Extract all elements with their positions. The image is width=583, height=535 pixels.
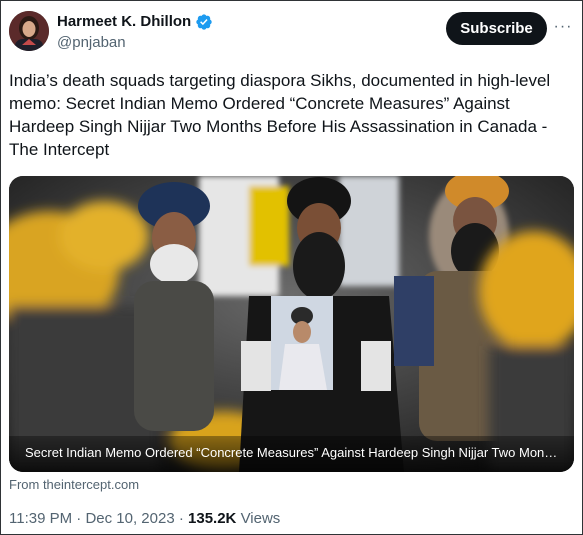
separator-dot: · (76, 510, 82, 527)
link-source[interactable]: From theintercept.com (9, 477, 139, 492)
more-options-icon[interactable]: ··· (553, 17, 573, 37)
link-card-image[interactable]: Secret Indian Memo Ordered “Concrete Mea… (9, 176, 574, 472)
news-photo (9, 176, 574, 472)
tweet-date[interactable]: Dec 10, 2023 (85, 510, 174, 527)
link-card-title[interactable]: Secret Indian Memo Ordered “Concrete Mea… (25, 445, 560, 460)
verified-badge-icon (195, 13, 213, 31)
tweet-text: India’s death squads targeting diaspora … (9, 71, 551, 159)
avatar[interactable] (9, 11, 49, 51)
views-count[interactable]: 135.2K (188, 510, 236, 527)
subscribe-button[interactable]: Subscribe (446, 12, 547, 45)
tweet-time[interactable]: 11:39 PM (9, 510, 72, 527)
link-card-caption-bar: Secret Indian Memo Ordered “Concrete Mea… (9, 436, 574, 472)
views-label: Views (240, 510, 281, 527)
tweet-metadata: 11:39 PM · Dec 10, 2023 · 135.2K Views (9, 510, 280, 528)
tweet-card: Harmeet K. Dhillon @pnjaban Subscribe ··… (0, 0, 583, 535)
author-handle[interactable]: @pnjaban (57, 34, 126, 52)
separator-dot: · (178, 510, 184, 527)
author-name[interactable]: Harmeet K. Dhillon (57, 13, 191, 31)
author-name-row[interactable]: Harmeet K. Dhillon (57, 13, 213, 31)
